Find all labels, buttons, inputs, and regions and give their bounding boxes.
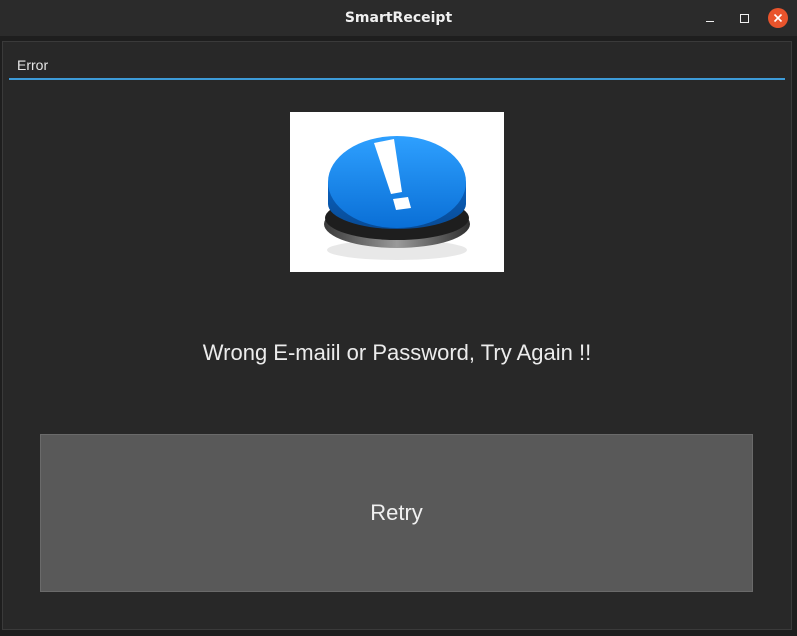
error-message: Wrong E-maiil or Password, Try Again !!	[202, 340, 592, 365]
window-title: SmartReceipt	[344, 10, 453, 26]
maximize-icon	[739, 13, 749, 23]
maximize-button[interactable]	[734, 8, 754, 28]
tab-underline	[9, 78, 785, 80]
minimize-button[interactable]	[700, 8, 720, 28]
tab-error[interactable]: Error	[17, 57, 48, 73]
error-dialog: Error Wrong E-maiil or Password, Try Aga…	[2, 41, 792, 630]
retry-button[interactable]: Retry	[40, 434, 753, 592]
retry-button-label: Retry	[370, 500, 423, 525]
close-icon	[773, 13, 783, 23]
alert-image	[290, 112, 504, 272]
title-bar: SmartReceipt	[0, 0, 797, 36]
close-button[interactable]	[768, 8, 788, 28]
minimize-icon	[706, 20, 714, 22]
exclamation-button-icon	[324, 136, 470, 260]
